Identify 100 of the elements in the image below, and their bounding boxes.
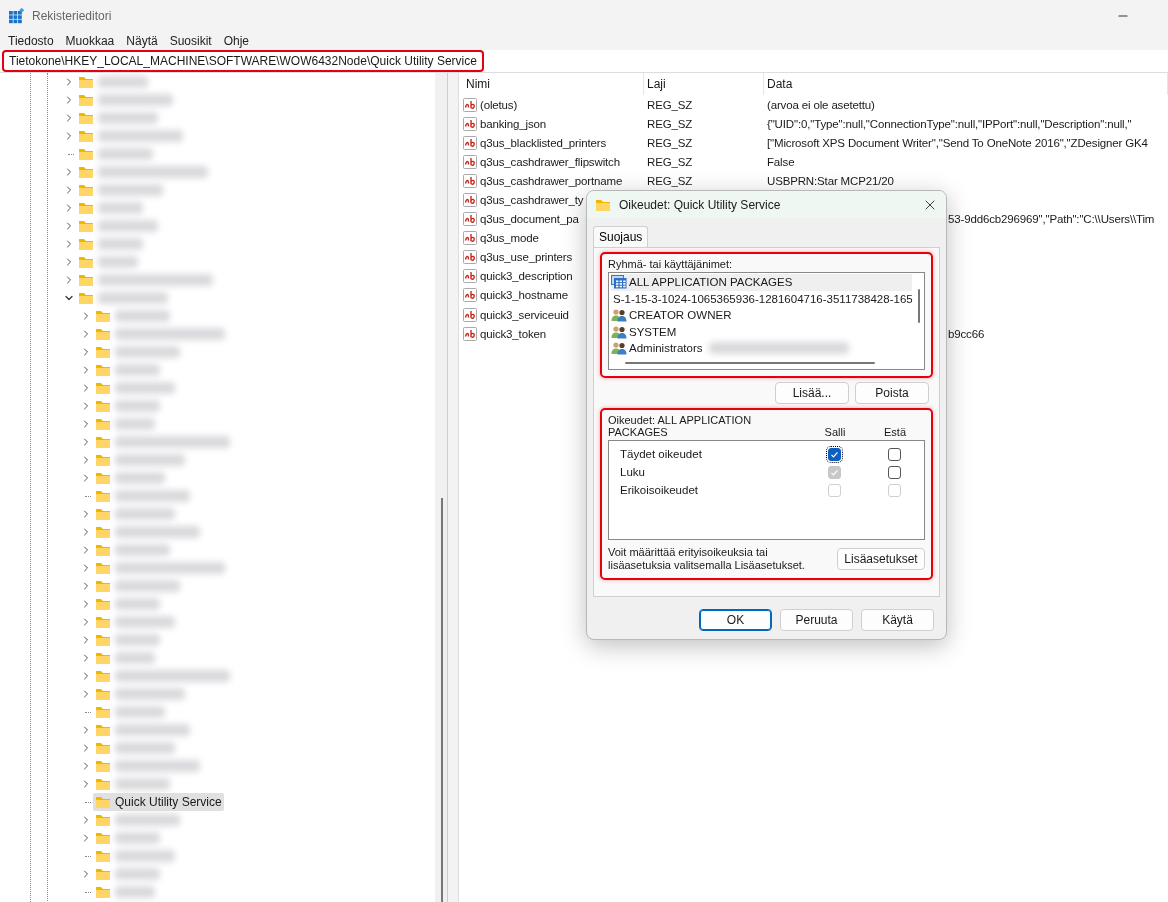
folder-icon — [95, 525, 111, 539]
tree-node[interactable] — [93, 469, 167, 487]
tree-node[interactable] — [93, 883, 157, 901]
folder-icon — [95, 723, 111, 737]
tree-node[interactable] — [76, 73, 150, 91]
tree-node[interactable] — [93, 667, 232, 685]
folder-icon — [95, 579, 111, 593]
menu-item[interactable]: Ohje — [217, 34, 256, 48]
dialog-button[interactable]: Poista — [855, 382, 929, 404]
user-list-item[interactable]: ALL APPLICATION PACKAGES — [611, 274, 912, 291]
user-list-item[interactable]: S-1-15-3-1024-1065365936-1281604716-3511738428-165 — [611, 290, 912, 307]
tree-node[interactable] — [93, 811, 182, 829]
column-header: Estä — [883, 426, 907, 438]
folder-icon — [95, 471, 111, 485]
tree-node[interactable] — [76, 181, 165, 199]
tree-node[interactable] — [76, 91, 175, 109]
scrollbar-thumb[interactable] — [918, 289, 920, 323]
dialog-title: Oikeudet: Quick Utility Service — [619, 197, 782, 212]
tree-node[interactable] — [76, 235, 145, 253]
tree-node[interactable] — [93, 577, 182, 595]
scrollbar-thumb[interactable] — [625, 362, 875, 364]
string-value-icon — [463, 326, 477, 341]
tree-node[interactable] — [93, 379, 177, 397]
user-list-item[interactable]: Administrators — [611, 340, 912, 357]
tree-node[interactable] — [93, 433, 232, 451]
folder-icon — [95, 759, 111, 773]
tree-node[interactable] — [76, 271, 215, 289]
folder-icon — [78, 273, 94, 287]
column-header[interactable]: Data — [764, 73, 1168, 95]
tree-node[interactable] — [93, 703, 167, 721]
column-header[interactable]: Nimi — [463, 73, 644, 95]
folder-icon — [95, 687, 111, 701]
column-header[interactable]: Laji — [644, 73, 764, 95]
folder-icon — [78, 165, 94, 179]
tree-node[interactable] — [93, 307, 172, 325]
tree-node[interactable] — [93, 343, 182, 361]
section-label: Oikeudet: ALL APPLICATION PACKAGES — [608, 414, 753, 438]
tree-node[interactable] — [76, 109, 160, 127]
checkbox[interactable] — [887, 447, 901, 461]
dialog-button[interactable]: OK — [699, 609, 772, 631]
pane-splitter[interactable] — [447, 73, 459, 902]
advanced-button[interactable]: Lisäasetukset — [837, 548, 925, 571]
tree-node[interactable] — [76, 163, 210, 181]
folder-icon — [95, 885, 111, 899]
tree-node[interactable] — [93, 505, 177, 523]
tree-node[interactable] — [93, 397, 162, 415]
menu-item[interactable]: Näytä — [120, 34, 164, 48]
tree-node[interactable] — [93, 559, 227, 577]
scrollbar-thumb[interactable] — [441, 498, 443, 902]
tree-node[interactable] — [76, 127, 185, 145]
value-name: q3us_cashdrawer_flipswitch — [480, 155, 620, 168]
tree-node[interactable] — [93, 613, 177, 631]
users-icon — [611, 341, 627, 356]
tree-node[interactable] — [93, 541, 172, 559]
checkbox[interactable] — [887, 465, 901, 479]
folder-icon — [95, 741, 111, 755]
tree-node[interactable] — [76, 289, 170, 307]
value-name: quick3_token — [480, 327, 546, 340]
tree-node[interactable] — [93, 721, 192, 739]
user-list-item[interactable]: SYSTEM — [611, 323, 912, 340]
tree-node[interactable] — [93, 415, 157, 433]
tree-node[interactable] — [93, 847, 177, 865]
folder-icon — [95, 669, 111, 683]
string-value-icon — [463, 269, 477, 284]
permission-name: Erikoisoikeudet — [619, 484, 699, 496]
tree-node[interactable] — [76, 253, 140, 271]
menu-item[interactable]: Suosikit — [163, 34, 218, 48]
menu-item[interactable]: Muokkaa — [59, 34, 121, 48]
tree-node[interactable] — [93, 325, 227, 343]
folder-icon — [78, 291, 94, 305]
tree-node[interactable] — [93, 487, 192, 505]
checkbox[interactable] — [827, 447, 841, 461]
tab[interactable]: Suojaus — [593, 226, 649, 247]
value-name: quick3_serviceuid — [480, 308, 569, 321]
value-data: False — [767, 155, 795, 168]
folder-icon — [95, 867, 111, 881]
tree-node[interactable] — [93, 865, 162, 883]
string-value-icon — [463, 193, 477, 207]
tree-node[interactable] — [93, 829, 162, 847]
dialog-button[interactable]: Lisää... — [775, 382, 849, 404]
tree-node[interactable] — [93, 595, 162, 613]
tree-node[interactable] — [93, 649, 157, 667]
tree-node[interactable] — [93, 757, 202, 775]
tree-node[interactable] — [93, 775, 172, 793]
menu-item[interactable]: Tiedosto — [2, 34, 60, 48]
tree-node[interactable] — [93, 685, 187, 703]
value-name: quick3_hostname — [480, 289, 568, 302]
user-list-item[interactable]: CREATOR OWNER — [611, 307, 912, 324]
tree-node[interactable] — [76, 217, 160, 235]
tree-node[interactable] — [93, 523, 202, 541]
tree-node[interactable] — [93, 739, 177, 757]
dialog-button[interactable]: Käytä — [861, 609, 934, 631]
dialog-button[interactable]: Peruuta — [780, 609, 853, 631]
tree-node[interactable] — [76, 199, 145, 217]
address-field[interactable]: Tietokone\HKEY_LOCAL_MACHINE\SOFTWARE\WOW6432Node\Quick Utility Service — [2, 50, 484, 72]
tree-node[interactable]: Quick Utility Service — [93, 793, 224, 811]
tree-node[interactable] — [93, 361, 162, 379]
tree-node[interactable] — [76, 145, 155, 163]
tree-node[interactable] — [93, 631, 162, 649]
tree-node[interactable] — [93, 451, 187, 469]
